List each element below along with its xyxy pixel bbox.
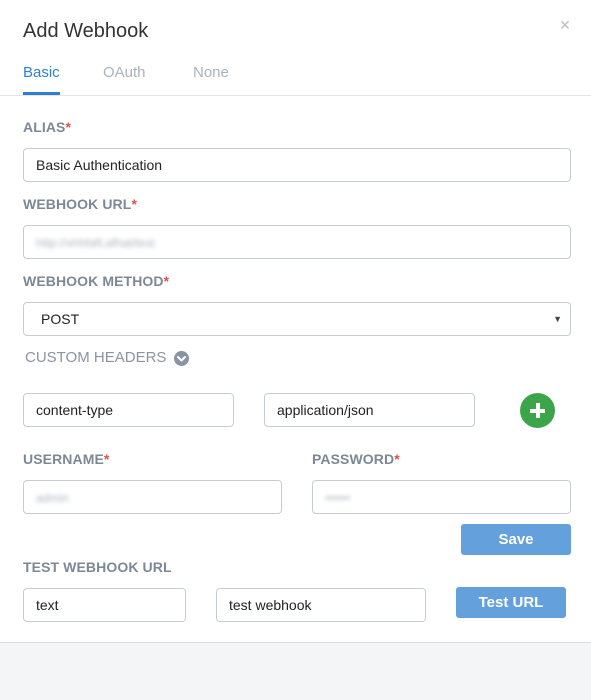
webhook-url-input[interactable]: http://xhhfafLafhat/test xyxy=(23,225,571,259)
close-icon[interactable]: × xyxy=(556,16,574,34)
tab-basic[interactable]: Basic xyxy=(23,64,60,95)
header-key-input[interactable]: content-type xyxy=(23,393,234,427)
save-button[interactable]: Save xyxy=(461,524,571,555)
test-webhook-label: TEST WEBHOOK URL xyxy=(23,559,172,575)
tab-none[interactable]: None xyxy=(193,64,229,95)
username-value: admin xyxy=(36,491,69,505)
webhook-method-select[interactable]: POST ▼ xyxy=(23,302,571,336)
custom-headers-toggle[interactable]: CUSTOM HEADERS xyxy=(25,349,166,366)
add-webhook-dialog: Add Webhook × Basic OAuth None ALIAS* Ba… xyxy=(0,0,591,643)
tab-bar: Basic OAuth None xyxy=(0,58,591,96)
password-label: PASSWORD* xyxy=(312,451,400,467)
webhook-url-label: WEBHOOK URL* xyxy=(23,196,137,212)
password-input[interactable]: •••••• xyxy=(312,480,571,514)
select-caret-icon: ▼ xyxy=(553,314,562,324)
username-label: USERNAME* xyxy=(23,451,110,467)
password-value: •••••• xyxy=(325,491,351,505)
plus-icon[interactable] xyxy=(520,393,555,428)
alias-input[interactable]: Basic Authentication xyxy=(23,148,571,182)
test-url-button[interactable]: Test URL xyxy=(456,587,566,618)
tab-oauth[interactable]: OAuth xyxy=(103,64,146,95)
test-field-1-input[interactable]: text xyxy=(23,588,186,622)
webhook-method-label: WEBHOOK METHOD* xyxy=(23,273,170,289)
dialog-title: Add Webhook xyxy=(23,20,149,42)
alias-label: ALIAS* xyxy=(23,119,72,135)
webhook-method-value: POST xyxy=(41,311,80,327)
username-input[interactable]: admin xyxy=(23,480,282,514)
chevron-down-icon[interactable] xyxy=(174,351,189,366)
webhook-url-value: http://xhhfafLafhat/test xyxy=(36,236,155,250)
header-value-input[interactable]: application/json xyxy=(264,393,475,427)
test-field-2-input[interactable]: test webhook xyxy=(216,588,426,622)
